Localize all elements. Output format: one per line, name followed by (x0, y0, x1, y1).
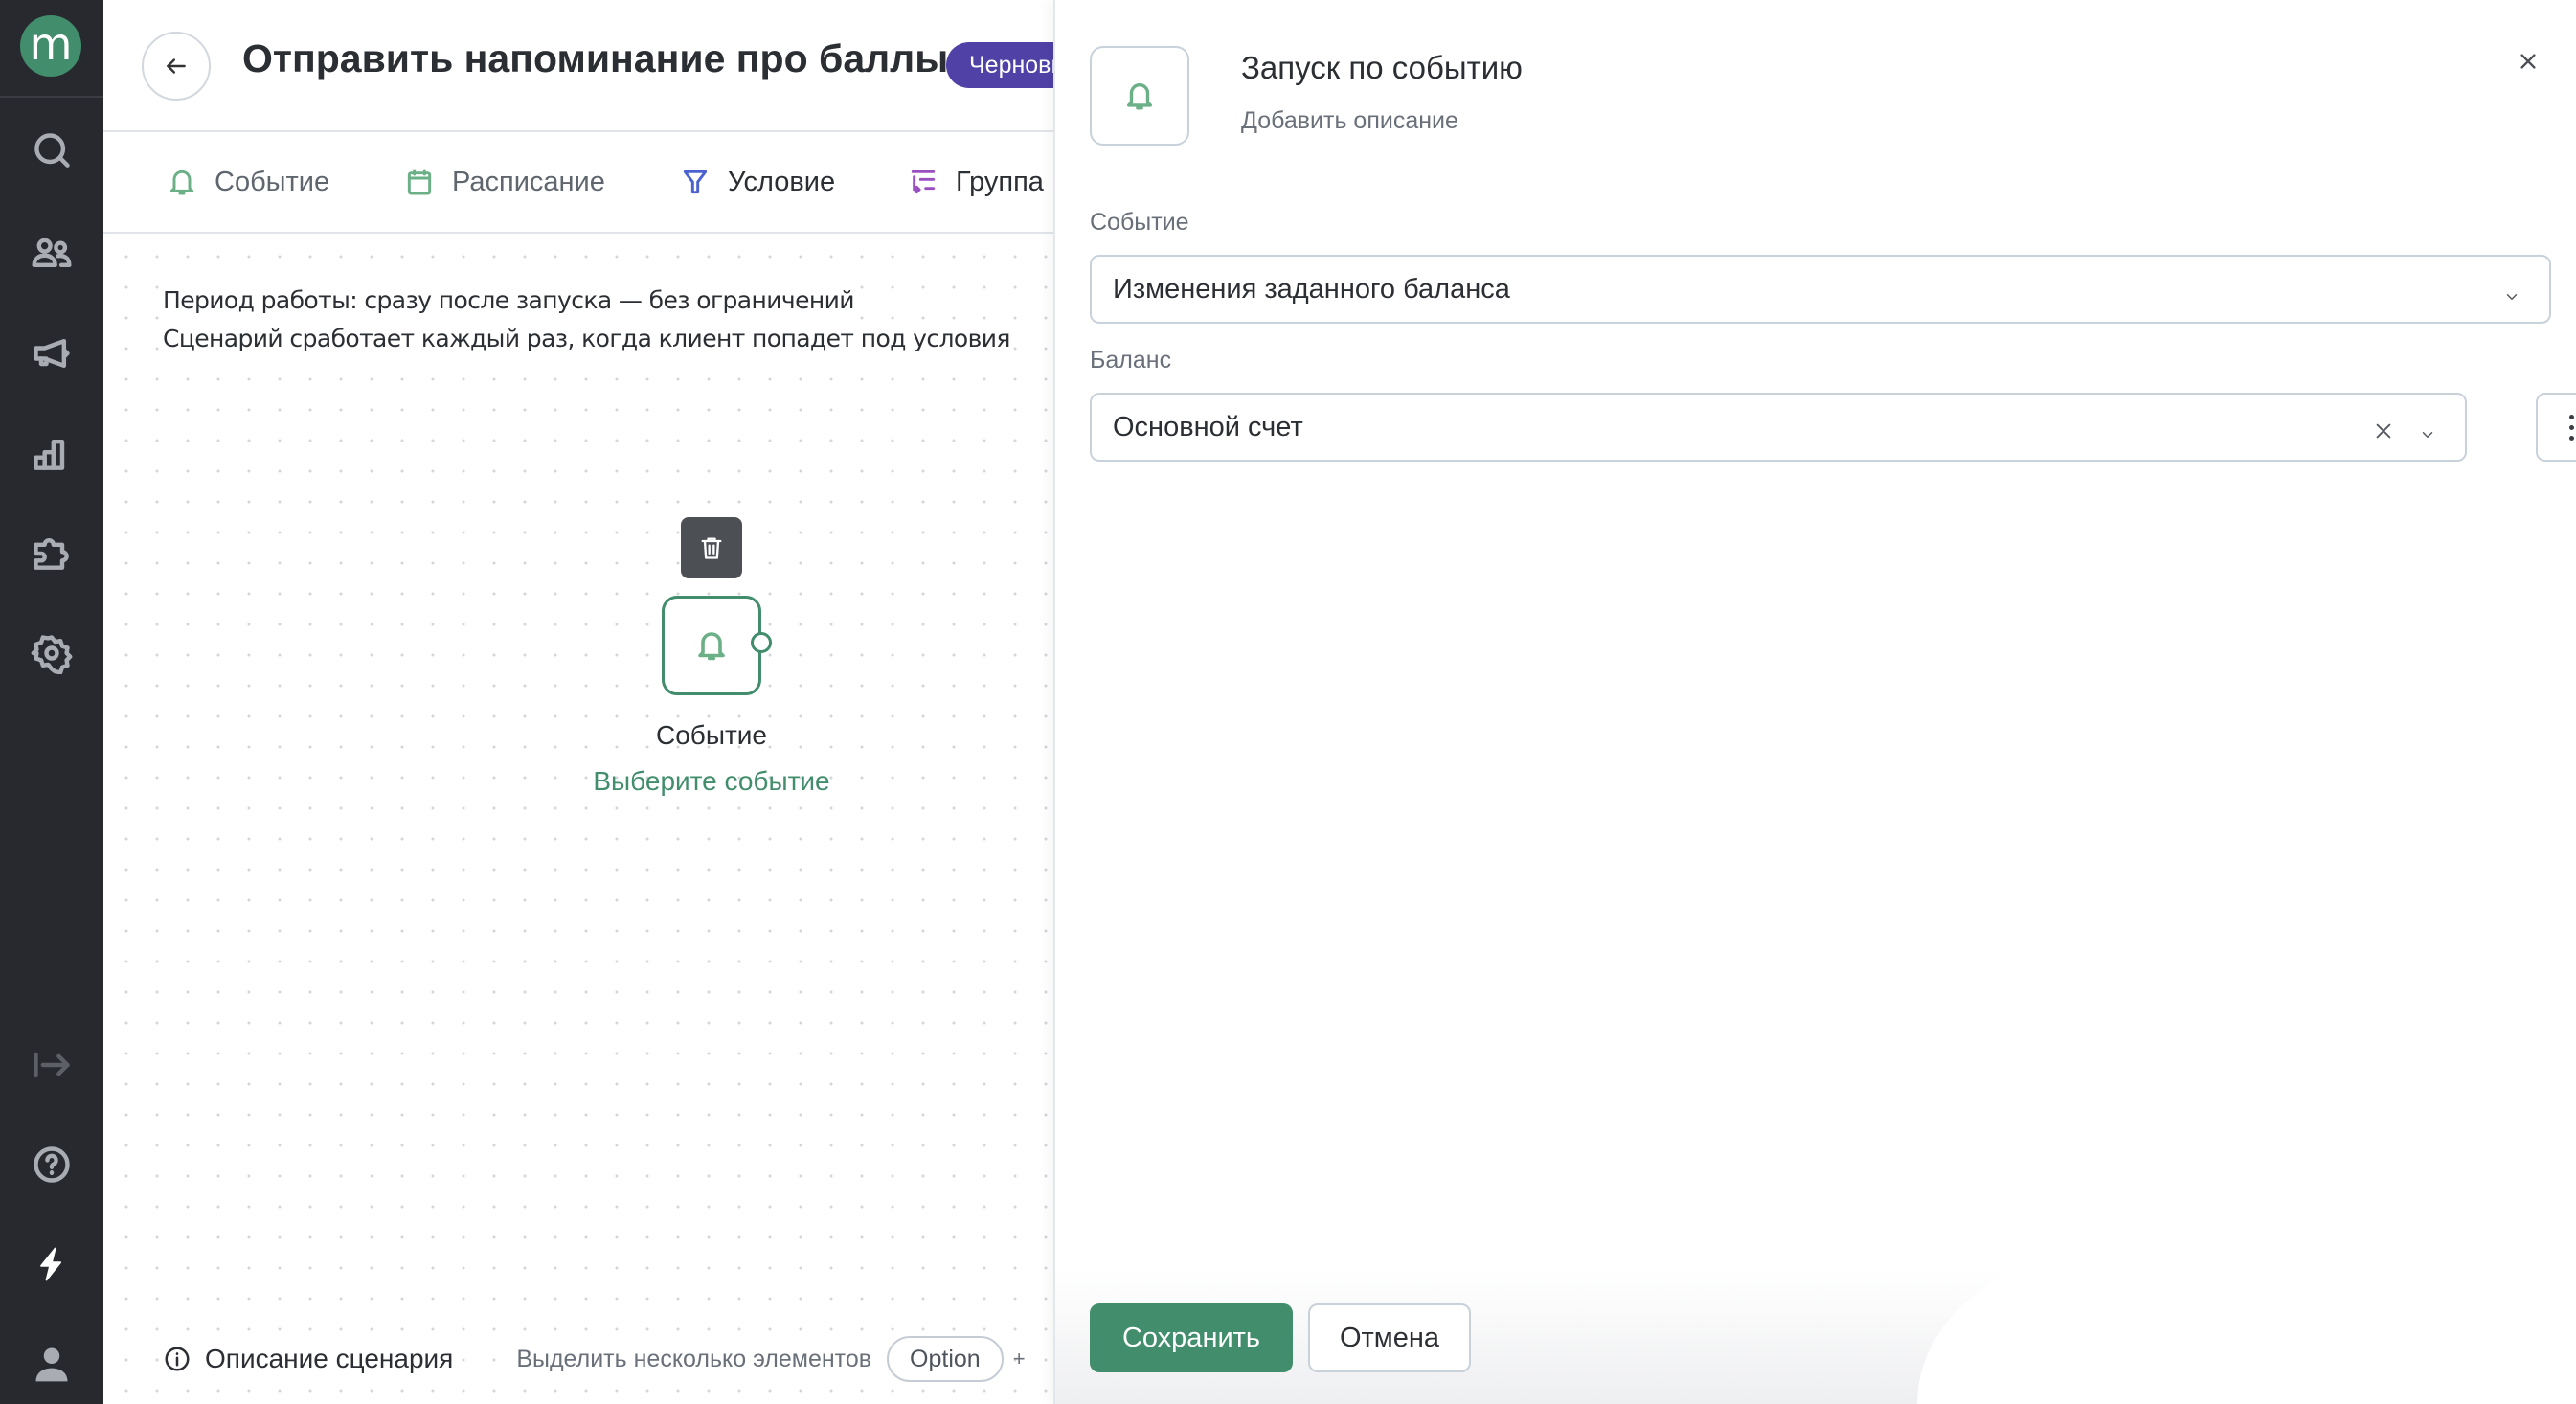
megaphone-icon (34, 338, 70, 369)
info-icon (165, 1347, 190, 1371)
close-button[interactable] (2511, 44, 2545, 79)
bell-icon (698, 632, 725, 661)
sidebar-item-clients[interactable] (23, 224, 80, 282)
sidebar-item-analytics[interactable] (23, 425, 80, 483)
page-header: Отправить напоминание про баллы Черновик (103, 0, 1114, 132)
event-field-label: Событие (1090, 209, 1189, 236)
event-select-value: Изменения заданного баланса (1113, 273, 1510, 305)
puzzle-icon (34, 538, 69, 570)
cancel-button[interactable]: Отмена (1308, 1303, 1471, 1372)
sidebar-item-profile[interactable] (23, 1335, 80, 1393)
expand-arrow-icon (34, 1052, 70, 1078)
app: m Отправить напоминание про баллы Чернов… (0, 0, 2576, 1404)
tab-label: Событие (215, 166, 330, 197)
scenario-info: Период работы: сразу после запуска — без… (163, 282, 1010, 358)
tab-label: Условие (728, 166, 836, 197)
plus-sign: + (1012, 1347, 1026, 1370)
bar-chart-icon (34, 439, 65, 470)
sidebar-item-campaigns[interactable] (23, 325, 80, 382)
balance-more-button[interactable] (2536, 393, 2576, 462)
logo[interactable]: m (20, 15, 81, 77)
balance-select-value: Основной счет (1113, 411, 1303, 442)
sidebar-item-search[interactable] (23, 123, 80, 180)
bell-icon (169, 170, 194, 195)
drawer-bottom-shade-curve (1917, 1251, 2576, 1404)
back-button[interactable] (142, 32, 211, 101)
more-dot (2568, 424, 2574, 430)
search-icon (34, 133, 70, 168)
balance-select[interactable]: Основной счет (1090, 393, 2467, 462)
node-palette: Событие Расписание Условие Группа (103, 132, 1053, 234)
filter-icon (683, 170, 708, 194)
tab-condition[interactable]: Условие (680, 161, 835, 203)
event-select[interactable]: Изменения заданного баланса (1090, 255, 2551, 324)
clear-icon[interactable] (2373, 418, 2394, 439)
scenario-canvas[interactable]: Период работы: сразу после запуска — без… (103, 234, 1053, 1404)
sidebar-item-integrations[interactable] (23, 525, 80, 582)
users-icon (32, 238, 72, 268)
lightning-icon (40, 1247, 62, 1281)
event-node[interactable] (662, 596, 761, 695)
event-settings-drawer: Запуск по событию Добавить описание Собы… (1053, 0, 2576, 1404)
gear-icon (31, 635, 73, 674)
drawer-title: Запуск по событию (1241, 50, 1523, 85)
help-icon (34, 1146, 70, 1183)
canvas-footer: Описание сценария Выделить несколько эле… (163, 1335, 1026, 1383)
sidebar: m (0, 0, 103, 1404)
balance-field-label: Баланс (1090, 347, 1172, 374)
bell-icon (1126, 83, 1153, 110)
node-output-port[interactable] (751, 632, 772, 653)
more-dot (2568, 414, 2574, 419)
more-dot (2568, 435, 2574, 441)
chevron-down-icon (2419, 419, 2436, 438)
tab-group[interactable]: Группа (908, 161, 1044, 203)
delete-node-button[interactable] (681, 517, 742, 578)
tab-label: Группа (956, 166, 1044, 197)
node-title: Событие (656, 720, 767, 750)
multiselect-hint: Выделить несколько элементов (516, 1345, 872, 1373)
chevron-down-icon (2503, 282, 2520, 300)
select-event-link[interactable]: Выберите событие (568, 766, 855, 797)
scenario-description-button[interactable]: Описание сценария (163, 1344, 454, 1374)
arrow-left-icon (167, 58, 186, 74)
page-title: Отправить напоминание про баллы (242, 36, 949, 80)
logo-area: m (0, 0, 103, 98)
close-icon (2520, 54, 2536, 69)
group-icon (911, 170, 936, 194)
sidebar-item-help[interactable] (23, 1136, 80, 1193)
trash-icon (701, 537, 722, 559)
calendar-icon (407, 169, 432, 195)
sidebar-item-settings[interactable] (23, 624, 80, 682)
user-icon (35, 1347, 68, 1382)
scenario-description-label: Описание сценария (205, 1344, 454, 1373)
trigger-icon-box (1090, 46, 1189, 146)
add-description-link[interactable]: Добавить описание (1241, 107, 1458, 135)
save-button[interactable]: Сохранить (1090, 1303, 1293, 1372)
tab-label: Расписание (452, 166, 605, 197)
period-info: Период работы: сразу после запуска — без… (163, 282, 855, 320)
tab-event[interactable]: Событие (167, 161, 329, 203)
sidebar-item-updates[interactable] (23, 1235, 80, 1293)
option-key: Option (887, 1336, 1004, 1382)
tab-schedule[interactable]: Расписание (404, 161, 605, 203)
trigger-info: Сценарий сработает каждый раз, когда кли… (163, 320, 1010, 358)
sidebar-item-expand[interactable] (23, 1036, 80, 1094)
